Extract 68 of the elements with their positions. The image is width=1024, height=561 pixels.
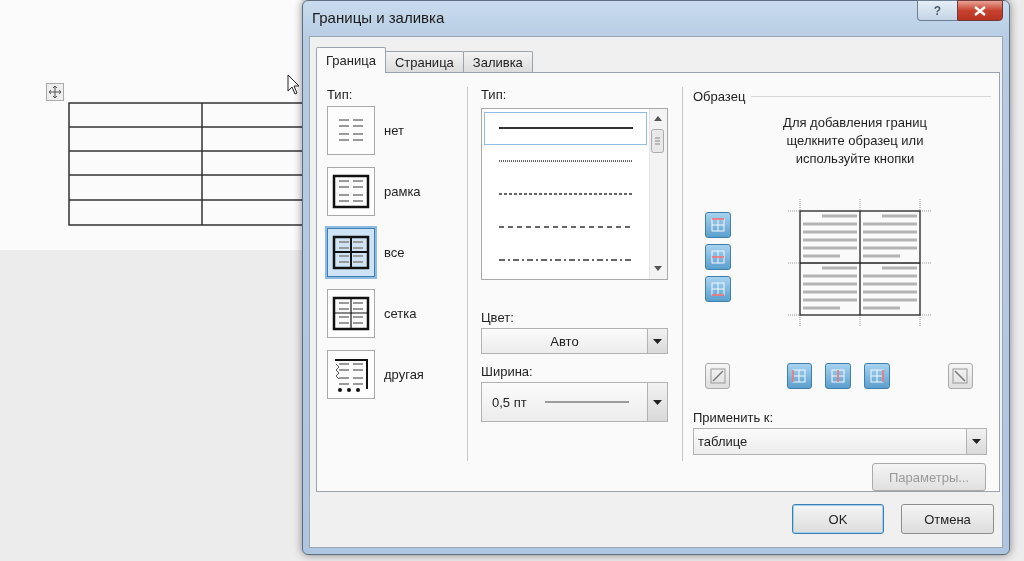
close-icon bbox=[974, 5, 986, 16]
border-preset-button[interactable] bbox=[327, 350, 375, 399]
border-grid-icon bbox=[709, 280, 727, 298]
apply-to-dropdown[interactable]: таблице bbox=[693, 428, 987, 455]
ok-button[interactable]: OK bbox=[792, 504, 884, 534]
style-label: Тип: bbox=[481, 87, 508, 102]
diagonal-border-icon bbox=[708, 367, 727, 385]
border-toggle-button[interactable] bbox=[864, 363, 890, 389]
scroll-thumb-icon[interactable] bbox=[651, 129, 664, 153]
solid-line-icon bbox=[498, 126, 633, 131]
width-label: Ширина: bbox=[481, 364, 534, 379]
border-grid-icon bbox=[867, 367, 886, 385]
border-toggle-button[interactable] bbox=[705, 212, 731, 238]
width-dropdown[interactable]: 0,5 пт bbox=[481, 382, 668, 422]
border-grid-icon bbox=[829, 367, 848, 385]
scrollbar[interactable] bbox=[649, 109, 667, 279]
grid-border-icon bbox=[331, 294, 371, 333]
border-toggle-button[interactable] bbox=[705, 244, 731, 270]
move-icon bbox=[49, 86, 61, 98]
preset-label: сетка bbox=[384, 306, 417, 321]
preset-label: другая bbox=[384, 367, 424, 382]
border-grid-icon bbox=[709, 248, 727, 266]
apply-to-label: Применить к: bbox=[693, 410, 775, 425]
diagonal-border-icon bbox=[951, 367, 970, 385]
border-preset-button[interactable] bbox=[327, 228, 375, 277]
window-title: Границы и заливка bbox=[312, 9, 445, 26]
border-toggle-button[interactable] bbox=[825, 363, 851, 389]
color-label: Цвет: bbox=[481, 310, 515, 325]
preview-title: Образец bbox=[693, 89, 746, 104]
dash-dot-line-icon bbox=[498, 257, 633, 262]
mouse-pointer-icon bbox=[287, 74, 301, 96]
border-preset-button[interactable] bbox=[327, 167, 375, 216]
border-toggle-button[interactable] bbox=[705, 363, 731, 389]
tab[interactable]: Граница bbox=[316, 47, 386, 73]
dashed-line-icon bbox=[498, 224, 633, 229]
border-grid-icon bbox=[709, 216, 727, 234]
line-style-item[interactable] bbox=[484, 112, 647, 145]
apply-to-value: таблице bbox=[697, 433, 749, 451]
dropdown-arrow-icon bbox=[653, 399, 662, 405]
tab[interactable]: Страница bbox=[384, 51, 464, 72]
dropdown-arrow-icon bbox=[653, 338, 662, 344]
preset-label: рамка bbox=[384, 184, 421, 199]
color-value: Авто bbox=[549, 332, 580, 351]
setting-label: Тип: bbox=[327, 87, 354, 102]
preset-label: нет bbox=[384, 123, 404, 138]
dropdown-arrow-icon bbox=[972, 439, 981, 444]
tab[interactable]: Заливка bbox=[462, 51, 533, 72]
line-style-list[interactable] bbox=[481, 108, 668, 280]
border-grid-icon bbox=[790, 367, 809, 385]
width-value: 0,5 пт bbox=[492, 394, 527, 410]
close-button[interactable] bbox=[957, 0, 1003, 21]
scroll-up-icon bbox=[654, 116, 662, 121]
preview-hint: Для добавления границ щелкните образец или используйте кнопки bbox=[782, 114, 928, 168]
dashed-line-icon bbox=[498, 192, 633, 196]
color-dropdown[interactable]: Авто bbox=[481, 328, 668, 354]
help-button[interactable]: ? bbox=[917, 0, 957, 21]
cancel-button[interactable]: Отмена bbox=[901, 504, 994, 534]
table-move-handle[interactable] bbox=[46, 83, 64, 101]
preset-label: все bbox=[384, 245, 405, 260]
dotted-line-icon bbox=[498, 159, 633, 164]
line-sample-icon bbox=[544, 401, 629, 403]
border-toggle-button[interactable] bbox=[786, 363, 812, 389]
border-toggle-button[interactable] bbox=[705, 276, 731, 302]
border-preset-button[interactable] bbox=[327, 289, 375, 338]
border-toggle-button[interactable] bbox=[947, 363, 973, 389]
scroll-down-icon bbox=[654, 266, 662, 271]
all-borders-icon bbox=[331, 233, 371, 272]
box-border-icon bbox=[331, 172, 371, 211]
